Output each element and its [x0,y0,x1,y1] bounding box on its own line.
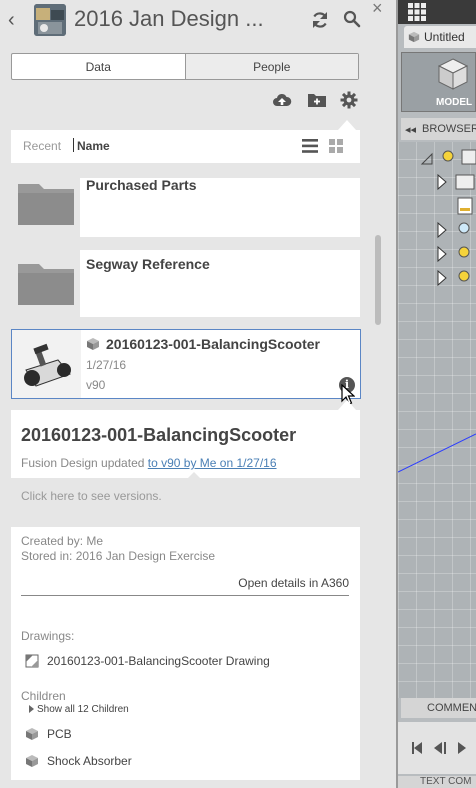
component-cube-icon [26,728,38,740]
open-details-link[interactable]: Open details in A360 [238,576,349,590]
browser-node[interactable] [420,268,476,288]
model-label: MODEL [436,97,473,108]
gear-icon[interactable] [340,91,360,109]
document-tab-label: Untitled [424,30,465,44]
sort-divider [73,138,74,152]
model-cube-icon [437,58,469,90]
stored-in: Stored in: 2016 Jan Design Exercise [21,549,216,563]
sort-bar: Recent Name [11,130,360,163]
child-item[interactable]: PCB [25,727,72,741]
show-all-children[interactable]: Show all 12 Children [29,704,129,715]
drawing-icon [25,654,39,668]
browser-label: BROWSER [422,123,476,135]
browser-node[interactable] [420,172,476,192]
info-card: Created by: Me Stored in: 2016 Jan Desig… [11,527,360,780]
browser-header[interactable]: ◂◂ BROWSER [401,118,476,140]
show-all-label: Show all 12 Children [37,704,129,715]
details-updated: Fusion Design updated to v90 by Me on 1/… [21,456,277,470]
collapse-icon[interactable]: ◂◂ [405,123,416,136]
divider [21,595,349,596]
browser-node[interactable] [420,196,476,216]
child-item[interactable]: Shock Absorber [25,754,132,768]
sort-name[interactable]: Name [77,139,110,153]
design-cube-icon [86,337,100,351]
app-grid-icon[interactable] [408,3,426,21]
folder-name: Segway Reference [86,256,210,272]
details-updated-prefix: Fusion Design updated [21,456,145,470]
model-viewport[interactable] [398,142,476,698]
folder-icon [17,182,75,226]
document-cube-icon [408,31,420,43]
workspace-switcher[interactable]: MODEL [401,52,476,112]
drawing-item[interactable]: 20160123-001-BalancingScooter Drawing [25,654,270,668]
details-pointer [338,400,356,410]
child-name: Shock Absorber [47,754,132,768]
design-item-selected[interactable]: 20160123-001-BalancingScooter 1/27/16 v9… [11,329,361,399]
panel-tabs: Data People [11,53,359,80]
design-version: v90 [86,378,106,392]
folder-name: Purchased Parts [86,177,197,193]
folder-item[interactable]: Purchased Parts [11,177,360,237]
folder-icon [17,262,75,306]
app-toolbar [398,0,476,24]
data-panel: ‹ 2016 Jan Design ... × Data People Rece… [0,0,396,788]
grid-view-icon[interactable] [329,139,343,153]
expand-triangle-icon [29,705,34,714]
comments-header[interactable]: COMMENT [401,698,476,718]
see-versions-link[interactable]: Click here to see versions. [21,489,162,503]
refresh-icon[interactable] [310,10,330,30]
cloud-upload-icon[interactable] [272,91,292,109]
drawing-name: 20160123-001-BalancingScooter Drawing [47,654,270,668]
settings-pointer [338,120,356,130]
component-cube-icon [26,755,38,767]
browser-node[interactable] [420,244,476,264]
folder-item[interactable]: Segway Reference [11,250,360,317]
created-by: Created by: Me [21,534,104,548]
list-view-icon[interactable] [302,139,318,153]
details-notch [187,472,201,479]
timeline-controls[interactable] [398,738,476,758]
children-label: Children [21,689,66,703]
sort-recent[interactable]: Recent [23,139,61,153]
close-icon[interactable]: × [372,0,388,17]
design-date: 1/27/16 [86,358,127,372]
fusion-workspace: Untitled MODEL ◂◂ BROWSER COMMENT TEXT C [398,0,476,788]
project-title: 2016 Jan Design ... [74,6,264,31]
details-card: 20160123-001-BalancingScooter Fusion Des… [11,410,360,479]
browser-node[interactable] [420,220,476,240]
text-commands-bar[interactable]: TEXT COM [398,776,476,788]
new-folder-icon[interactable] [307,91,327,109]
tab-data[interactable]: Data [12,54,185,79]
list-scrollbar[interactable] [375,235,381,325]
tab-people[interactable]: People [184,54,358,79]
timeline [398,722,476,774]
back-chevron-icon[interactable]: ‹ [8,10,26,30]
details-title: 20160123-001-BalancingScooter [21,425,297,445]
design-name: 20160123-001-BalancingScooter [106,336,320,352]
project-thumbnail [34,4,66,36]
child-name: PCB [47,727,72,741]
design-thumbnail [12,330,81,398]
search-icon[interactable] [343,10,361,28]
details-version-link[interactable]: to v90 by Me on 1/27/16 [148,456,277,470]
document-tab[interactable]: Untitled [404,26,476,48]
drawings-label: Drawings: [21,629,75,643]
browser-node[interactable] [420,148,476,168]
